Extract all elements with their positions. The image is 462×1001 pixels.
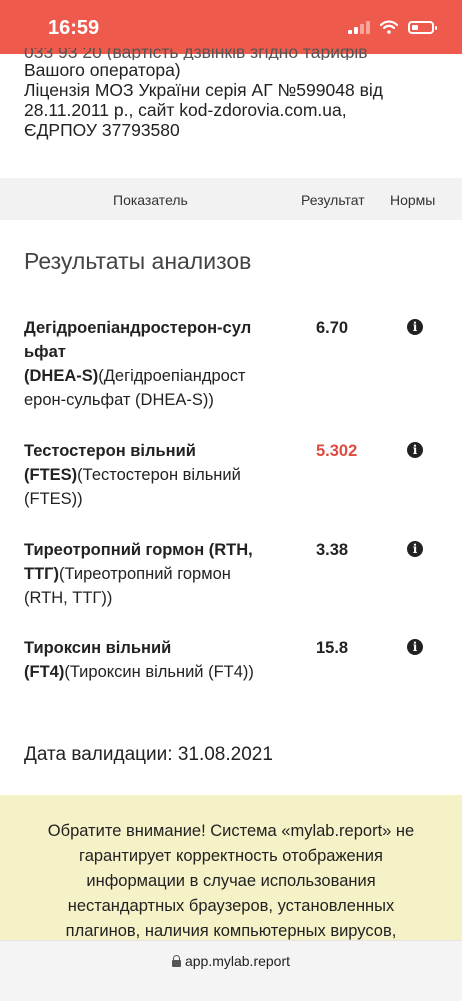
lab-info-line: Вашого оператора) — [24, 60, 181, 80]
result-name-bold: Тестостерон вільний — [24, 442, 196, 460]
result-name: Тестостерон вільний (FTES)(Тестостерон в… — [24, 439, 284, 511]
url-text: app.mylab.report — [184, 953, 291, 969]
status-bar: 16:59 — [0, 0, 462, 54]
result-name-bold: ьфат — [24, 343, 66, 361]
lab-phone-line: 033 93 20 (вартість дзвінків згідно тари… — [24, 48, 368, 60]
result-name-detail: (Тироксин вільний (FT4)) — [64, 663, 254, 681]
battery-icon — [408, 20, 437, 34]
result-name-bold: Тироксин вільний — [24, 639, 172, 657]
result-name-detail: (Дегідроепіандрост — [98, 367, 246, 385]
result-name-detail: (FTES)) — [24, 490, 83, 508]
notice-banner: Обратите внимание! Система «mylab.report… — [0, 795, 462, 945]
result-value-high: 5.302 — [316, 442, 358, 460]
column-result: Результат — [301, 192, 365, 208]
result-name-bold: (FTES) — [24, 466, 78, 484]
info-icon[interactable]: i — [407, 639, 423, 655]
result-name-bold: (DHEA-S) — [24, 367, 99, 385]
lab-license-line: Ліцензія МОЗ України серія АГ №599048 ві… — [24, 80, 383, 100]
result-value: 3.38 — [316, 541, 349, 559]
result-name-bold: (FT4) — [24, 663, 65, 681]
notice-text: Обратите внимание! Система «mylab.report… — [20, 819, 442, 944]
browser-url-bar[interactable]: app.mylab.report — [0, 940, 462, 1001]
table-header: Показатель Результат Нормы — [0, 178, 462, 220]
column-norms: Нормы — [390, 192, 436, 208]
result-value: 6.70 — [316, 319, 349, 337]
lab-license-line: 28.11.2011 р., сайт kod-zdorovia.com.ua, — [24, 100, 347, 120]
lab-edrpou-line: ЄДРПОУ 37793580 — [24, 120, 180, 140]
result-name: Тироксин вільний (FT4)(Тироксин вільний … — [24, 636, 284, 684]
signal-icon — [348, 20, 370, 34]
result-name-detail: (RTH, ТТГ)) — [24, 589, 113, 607]
column-indicator: Показатель — [113, 192, 188, 208]
result-name: Тиреотропний гормон (RTH, ТТГ)(Тиреотроп… — [24, 538, 284, 610]
validation-date: Дата валидации: 31.08.2021 — [24, 744, 273, 765]
status-time: 16:59 — [48, 17, 100, 39]
wifi-icon — [380, 20, 398, 34]
info-icon[interactable]: i — [407, 442, 423, 458]
result-name: Дегідроепіандростерон-сул ьфат (DHEA-S)(… — [24, 316, 284, 412]
section-title: Результаты анализов — [24, 248, 252, 274]
info-icon[interactable]: i — [407, 541, 423, 557]
result-name-bold: ТТГ) — [24, 565, 60, 583]
result-name-detail: (Тиреотропний гормон — [59, 565, 231, 583]
notice-line: Обратите внимание! Система «mylab.report… — [47, 822, 415, 840]
lock-icon — [171, 955, 181, 967]
result-name-detail: (Тестостерон вільний — [77, 466, 241, 484]
notice-line: нестандартных браузеров, установленных — [67, 897, 395, 915]
notice-line: информации в случае использования — [86, 872, 376, 890]
url-display[interactable]: app.mylab.report — [0, 953, 462, 969]
result-value: 15.8 — [316, 639, 349, 657]
result-name-bold: Дегідроепіандростерон-сул — [24, 319, 252, 337]
info-icon[interactable]: i — [407, 319, 423, 335]
status-icons — [348, 20, 437, 34]
result-name-bold: Тиреотропний гормон (RTH, — [24, 541, 253, 559]
lab-info: 033 93 20 (вартість дзвінків згідно тари… — [24, 48, 444, 140]
notice-line: гарантирует корректность отображения — [79, 847, 383, 865]
result-name-detail: ерон-сульфат (DHEA-S)) — [24, 391, 214, 409]
